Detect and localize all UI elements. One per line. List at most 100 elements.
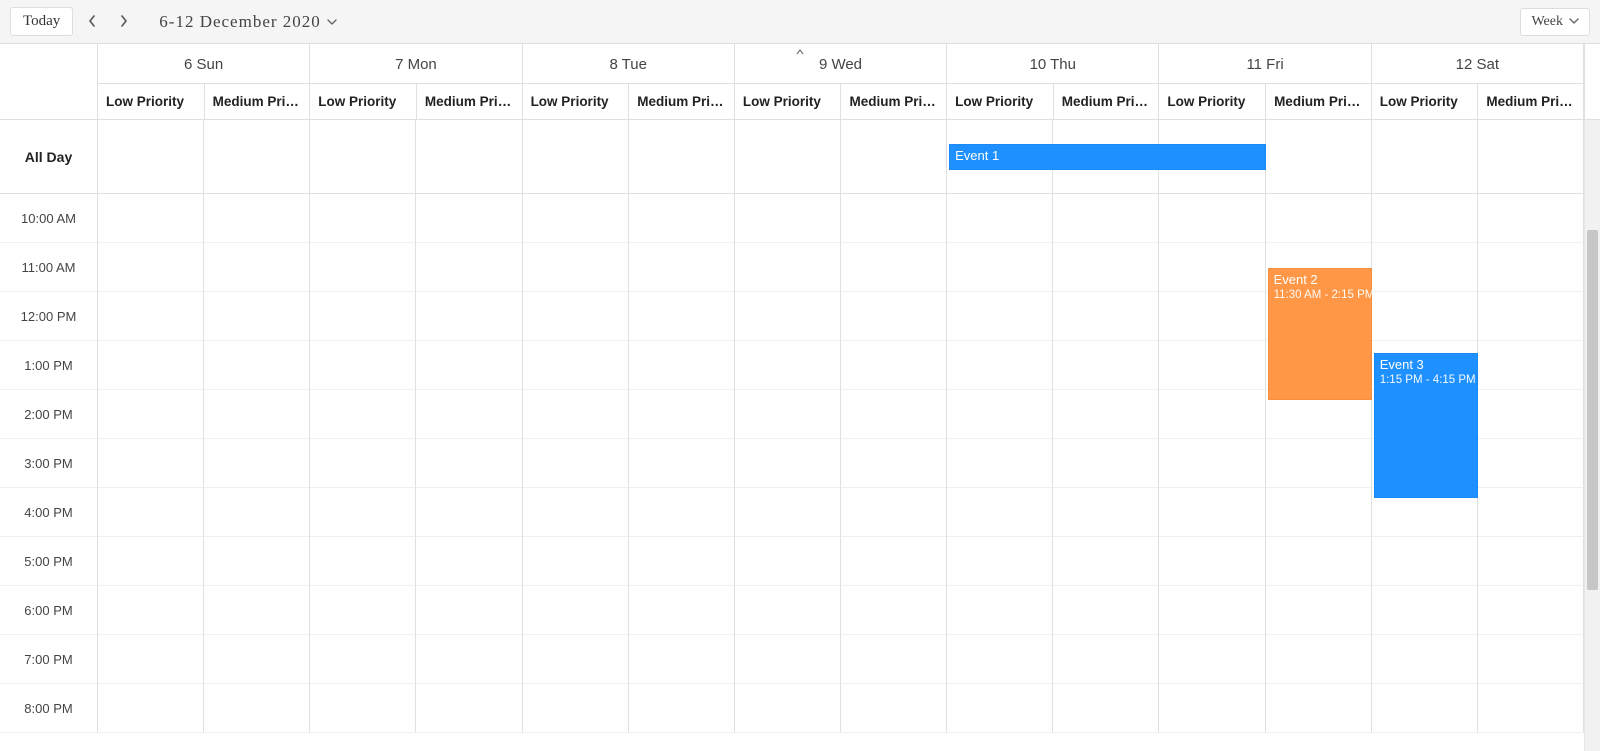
today-button[interactable]: Today	[10, 7, 73, 36]
all-day-cell[interactable]	[1372, 120, 1478, 194]
calendar-event[interactable]: Event 1	[949, 144, 1265, 170]
time-cell[interactable]	[1159, 635, 1265, 684]
time-cell[interactable]	[1053, 390, 1159, 439]
time-cell[interactable]	[416, 537, 522, 586]
scroll-up-icon[interactable]	[0, 44, 1600, 60]
time-cell[interactable]	[841, 537, 947, 586]
vertical-scrollbar[interactable]	[1584, 120, 1600, 751]
time-cell[interactable]	[523, 488, 629, 537]
time-cell[interactable]	[1053, 439, 1159, 488]
prev-button[interactable]	[79, 9, 105, 35]
time-cell[interactable]	[523, 390, 629, 439]
time-cell[interactable]	[629, 243, 735, 292]
time-cell[interactable]	[1053, 194, 1159, 243]
time-cell[interactable]	[1372, 586, 1478, 635]
time-cell[interactable]	[947, 537, 1053, 586]
time-cell[interactable]	[523, 341, 629, 390]
time-cell[interactable]	[98, 635, 204, 684]
date-range-selector[interactable]: 6-12 December 2020	[153, 8, 343, 36]
time-cell[interactable]	[1372, 243, 1478, 292]
time-cell[interactable]	[735, 243, 841, 292]
time-cell[interactable]	[416, 390, 522, 439]
time-cell[interactable]	[1478, 586, 1584, 635]
time-cell[interactable]	[841, 194, 947, 243]
time-cell[interactable]	[1159, 390, 1265, 439]
time-cell[interactable]	[204, 586, 310, 635]
time-cell[interactable]	[204, 243, 310, 292]
time-cell[interactable]	[310, 341, 416, 390]
time-cell[interactable]	[204, 194, 310, 243]
time-cell[interactable]	[416, 243, 522, 292]
all-day-cell[interactable]	[1478, 120, 1584, 194]
time-cell[interactable]	[416, 684, 522, 733]
time-cell[interactable]	[523, 194, 629, 243]
time-cell[interactable]	[947, 684, 1053, 733]
time-cell[interactable]	[841, 390, 947, 439]
time-cell[interactable]	[1053, 243, 1159, 292]
time-cell[interactable]	[98, 488, 204, 537]
time-cell[interactable]	[204, 341, 310, 390]
time-cell[interactable]	[204, 488, 310, 537]
time-cell[interactable]	[310, 243, 416, 292]
time-cell[interactable]	[629, 537, 735, 586]
time-cell[interactable]	[1053, 537, 1159, 586]
time-cell[interactable]	[947, 635, 1053, 684]
time-cell[interactable]	[98, 586, 204, 635]
next-button[interactable]	[111, 9, 137, 35]
all-day-cell[interactable]	[523, 120, 629, 194]
time-cell[interactable]	[310, 488, 416, 537]
time-cell[interactable]	[841, 635, 947, 684]
time-cell[interactable]	[735, 194, 841, 243]
time-cell[interactable]	[1478, 439, 1584, 488]
view-selector[interactable]: Week	[1520, 8, 1590, 36]
time-cell[interactable]	[204, 684, 310, 733]
time-cell[interactable]	[98, 194, 204, 243]
all-day-cell[interactable]	[98, 120, 204, 194]
time-cell[interactable]	[947, 341, 1053, 390]
time-cell[interactable]	[1159, 292, 1265, 341]
all-day-cell[interactable]	[204, 120, 310, 194]
time-cell[interactable]	[416, 341, 522, 390]
scrollbar-thumb[interactable]	[1587, 230, 1598, 590]
time-cell[interactable]	[1159, 586, 1265, 635]
time-cell[interactable]	[1053, 684, 1159, 733]
time-cell[interactable]	[947, 390, 1053, 439]
time-cell[interactable]	[1266, 684, 1372, 733]
time-cell[interactable]	[416, 635, 522, 684]
time-cell[interactable]	[416, 488, 522, 537]
time-cell[interactable]	[523, 292, 629, 341]
time-cell[interactable]	[629, 586, 735, 635]
time-cell[interactable]	[310, 439, 416, 488]
time-cell[interactable]	[98, 439, 204, 488]
time-cell[interactable]	[629, 684, 735, 733]
time-cell[interactable]	[523, 586, 629, 635]
time-cell[interactable]	[735, 635, 841, 684]
time-cell[interactable]	[841, 439, 947, 488]
time-cell[interactable]	[735, 684, 841, 733]
time-cell[interactable]	[1478, 243, 1584, 292]
time-cell[interactable]	[947, 586, 1053, 635]
time-cell[interactable]	[1266, 439, 1372, 488]
time-cell[interactable]	[629, 635, 735, 684]
time-cell[interactable]	[1478, 292, 1584, 341]
time-cell[interactable]	[416, 292, 522, 341]
time-cell[interactable]	[1159, 537, 1265, 586]
time-cell[interactable]	[947, 194, 1053, 243]
time-cell[interactable]	[204, 292, 310, 341]
time-cell[interactable]	[735, 586, 841, 635]
time-cell[interactable]	[98, 537, 204, 586]
time-cell[interactable]	[310, 194, 416, 243]
time-cell[interactable]	[1053, 586, 1159, 635]
time-cell[interactable]	[1159, 243, 1265, 292]
all-day-cell[interactable]	[1266, 120, 1372, 194]
time-cell[interactable]	[947, 243, 1053, 292]
time-cell[interactable]	[1053, 488, 1159, 537]
time-cell[interactable]	[1266, 537, 1372, 586]
time-cell[interactable]	[416, 194, 522, 243]
time-cell[interactable]	[629, 390, 735, 439]
time-cell[interactable]	[523, 243, 629, 292]
time-cell[interactable]	[1266, 635, 1372, 684]
time-cell[interactable]	[629, 194, 735, 243]
time-cell[interactable]	[1053, 341, 1159, 390]
time-cell[interactable]	[735, 488, 841, 537]
